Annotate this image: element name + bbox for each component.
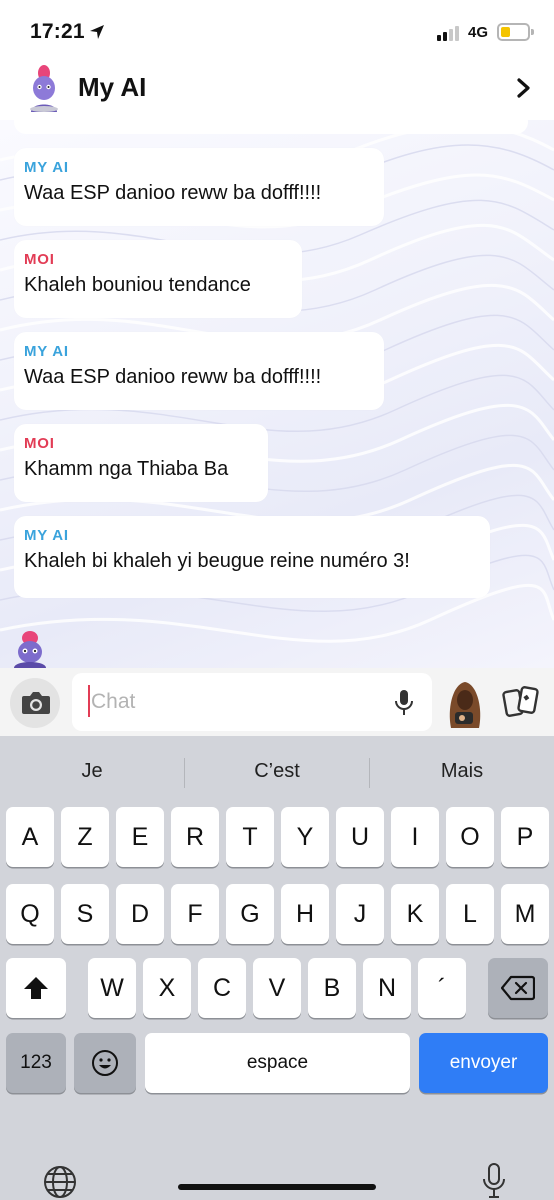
key[interactable]: W — [88, 958, 136, 1018]
message-text: Waa ESP danioo reww ba dofff!!!! — [24, 366, 322, 388]
key[interactable]: D — [116, 884, 164, 944]
sender-label: MY AI — [24, 159, 69, 176]
key[interactable]: S — [61, 884, 109, 944]
numbers-key[interactable]: 123 — [6, 1033, 66, 1093]
camera-button[interactable] — [10, 678, 60, 728]
key[interactable]: T — [226, 807, 274, 867]
emoji-icon — [92, 1050, 118, 1076]
key[interactable]: ´ — [418, 958, 466, 1018]
key[interactable]: N — [363, 958, 411, 1018]
text-caret — [88, 685, 90, 717]
cards-icon[interactable] — [502, 685, 540, 719]
chat-input[interactable] — [91, 687, 351, 717]
bitmoji-button[interactable] — [443, 678, 487, 728]
key[interactable]: A — [6, 807, 54, 867]
clock: 17:21 — [30, 20, 85, 43]
suggestion[interactable]: Je — [22, 760, 162, 783]
key[interactable]: Q — [6, 884, 54, 944]
shift-icon — [24, 977, 48, 999]
message-text: Khamm nga Thiaba Ba — [24, 458, 229, 480]
camera-icon — [22, 692, 50, 714]
send-key[interactable]: envoyer — [419, 1033, 548, 1093]
key[interactable]: E — [116, 807, 164, 867]
key[interactable]: P — [501, 807, 549, 867]
chat-title[interactable]: My AI — [78, 72, 146, 103]
key[interactable]: G — [226, 884, 274, 944]
battery-icon — [497, 23, 534, 41]
key[interactable]: R — [171, 807, 219, 867]
divider — [184, 758, 185, 788]
signal-bars-icon — [437, 25, 463, 41]
backspace-icon — [501, 975, 535, 1001]
chevron-right-icon[interactable] — [514, 76, 534, 100]
message-text: Khaleh bi khaleh yi beugue reine numéro … — [24, 550, 410, 572]
key[interactable]: L — [446, 884, 494, 944]
message-bubble[interactable]: MY AI Waa ESP danioo reww ba dofff!!!! — [14, 332, 384, 410]
home-indicator[interactable] — [178, 1184, 376, 1190]
key[interactable]: V — [253, 958, 301, 1018]
suggestion[interactable]: C’est — [207, 760, 347, 783]
key[interactable]: F — [171, 884, 219, 944]
keyboard: Je C’est Mais A Z E R T Y U I O P Q S D … — [0, 736, 554, 1200]
message-text: Khaleh bouniou tendance — [24, 274, 251, 296]
location-arrow-icon — [90, 25, 104, 39]
key[interactable]: X — [143, 958, 191, 1018]
divider — [369, 758, 370, 788]
key[interactable]: H — [281, 884, 329, 944]
message-bubble[interactable]: MY AI Khaleh bi khaleh yi beugue reine n… — [14, 516, 490, 598]
my-ai-typing-avatar — [14, 631, 46, 668]
chat-header: My AI — [0, 62, 554, 120]
suggestion[interactable]: Mais — [392, 760, 532, 783]
my-ai-avatar[interactable] — [24, 64, 64, 112]
status-bar: 17:21 4G — [0, 0, 554, 62]
key[interactable]: K — [391, 884, 439, 944]
backspace-key[interactable] — [488, 958, 548, 1018]
composer-bar — [0, 668, 554, 736]
microphone-icon[interactable] — [394, 688, 414, 718]
key[interactable]: U — [336, 807, 384, 867]
sender-label: MY AI — [24, 343, 69, 360]
message-bubble[interactable]: MY AI Waa ESP danioo reww ba dofff!!!! — [14, 148, 384, 226]
key[interactable]: M — [501, 884, 549, 944]
previous-message-bubble — [14, 120, 528, 134]
key[interactable]: C — [198, 958, 246, 1018]
shift-key[interactable] — [6, 958, 66, 1018]
sender-label: MY AI — [24, 527, 69, 544]
key[interactable]: B — [308, 958, 356, 1018]
sender-label: MOI — [24, 251, 55, 268]
message-bubble[interactable]: MOI Khamm nga Thiaba Ba — [14, 424, 268, 502]
key[interactable]: J — [336, 884, 384, 944]
message-bubble[interactable]: MOI Khaleh bouniou tendance — [14, 240, 302, 318]
key[interactable]: O — [446, 807, 494, 867]
network-type: 4G — [468, 24, 489, 41]
key[interactable]: I — [391, 807, 439, 867]
message-text: Waa ESP danioo reww ba dofff!!!! — [24, 182, 322, 204]
message-list[interactable]: MY AI Waa ESP danioo reww ba dofff!!!! M… — [0, 120, 554, 668]
key[interactable]: Y — [281, 807, 329, 867]
key[interactable]: Z — [61, 807, 109, 867]
dictation-icon[interactable] — [482, 1162, 506, 1200]
globe-icon[interactable] — [42, 1164, 78, 1200]
emoji-key[interactable] — [74, 1033, 136, 1093]
predictive-bar: Je C’est Mais — [0, 736, 554, 806]
sender-label: MOI — [24, 435, 55, 452]
space-key[interactable]: espace — [145, 1033, 410, 1093]
